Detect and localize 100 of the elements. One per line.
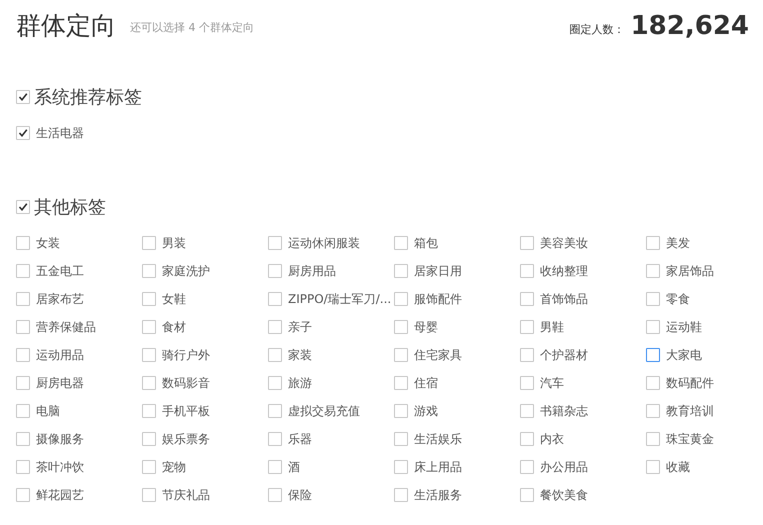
tag-label: 大家电 [666, 346, 702, 364]
tag-label: 男装 [162, 234, 186, 252]
checkbox[interactable] [16, 320, 30, 334]
tag-label: 数码配件 [666, 374, 714, 392]
tag-label: 运动用品 [36, 346, 84, 364]
checkbox[interactable] [646, 264, 660, 278]
checkbox[interactable] [646, 460, 660, 474]
checkbox[interactable] [646, 236, 660, 250]
checkbox[interactable] [394, 460, 408, 474]
tag-label: 生活娱乐 [414, 430, 462, 448]
tag-label: 家庭洗护 [162, 262, 210, 280]
checkbox[interactable] [142, 432, 156, 446]
checkbox[interactable] [520, 348, 534, 362]
tag-label: 亲子 [288, 318, 312, 336]
tag-label: 收藏 [666, 458, 690, 476]
tag-label: 箱包 [414, 234, 438, 252]
checkbox[interactable] [142, 460, 156, 474]
tag-label: 居家布艺 [36, 290, 84, 308]
checkbox[interactable] [142, 404, 156, 418]
tag-label: 厨房用品 [288, 262, 336, 280]
checkbox[interactable] [646, 320, 660, 334]
tag-label: 办公用品 [540, 458, 588, 476]
checkbox[interactable] [142, 348, 156, 362]
checkbox[interactable] [520, 460, 534, 474]
checkbox[interactable] [394, 376, 408, 390]
checkbox[interactable] [520, 488, 534, 502]
tag-label: 母婴 [414, 318, 438, 336]
checkbox[interactable] [394, 320, 408, 334]
checkbox[interactable] [520, 404, 534, 418]
tag-label: 虚拟交易充值 [288, 402, 360, 420]
checkbox[interactable] [16, 264, 30, 278]
checkbox[interactable] [268, 488, 282, 502]
checkbox[interactable] [520, 236, 534, 250]
checkbox[interactable] [268, 460, 282, 474]
checkbox[interactable] [394, 236, 408, 250]
tag-label: 零食 [666, 290, 690, 308]
checkbox[interactable] [268, 236, 282, 250]
tag-label: 女鞋 [162, 290, 186, 308]
checkbox[interactable] [142, 320, 156, 334]
tag-label: 居家日用 [414, 262, 462, 280]
checkbox[interactable] [268, 432, 282, 446]
checkbox[interactable] [646, 432, 660, 446]
checkbox[interactable] [16, 432, 30, 446]
checkbox[interactable] [16, 200, 30, 214]
tag-label: 骑行户外 [162, 346, 210, 364]
checkbox[interactable] [142, 264, 156, 278]
tag-label: 个护器材 [540, 346, 588, 364]
checkbox[interactable] [142, 488, 156, 502]
checkbox[interactable] [646, 292, 660, 306]
tag-label: 游戏 [414, 402, 438, 420]
checkbox[interactable] [268, 376, 282, 390]
tag-label: 汽车 [540, 374, 564, 392]
checkbox[interactable] [394, 264, 408, 278]
checkbox[interactable] [268, 404, 282, 418]
section-title: 系统推荐标签 [34, 86, 142, 109]
checkbox[interactable] [16, 90, 30, 104]
tag-label: 运动鞋 [666, 318, 702, 336]
tag-label: 食材 [162, 318, 186, 336]
tag-label: 茶叶冲饮 [36, 458, 84, 476]
checkbox[interactable] [646, 348, 660, 362]
tag-label: 营养保健品 [36, 318, 96, 336]
checkbox[interactable] [520, 376, 534, 390]
checkbox[interactable] [394, 404, 408, 418]
checkbox[interactable] [16, 488, 30, 502]
tag-label: 教育培训 [666, 402, 714, 420]
tag-label: 女装 [36, 234, 60, 252]
checkbox[interactable] [646, 404, 660, 418]
checkbox[interactable] [268, 348, 282, 362]
checkbox[interactable] [394, 488, 408, 502]
tag-label: 节庆礼品 [162, 486, 210, 504]
checkbox[interactable] [646, 376, 660, 390]
checkbox[interactable] [394, 348, 408, 362]
tag-label: 服饰配件 [414, 290, 462, 308]
checkbox[interactable] [16, 376, 30, 390]
tag-label: 保险 [288, 486, 312, 504]
page-title: 群体定向 [16, 10, 116, 42]
checkbox[interactable] [394, 292, 408, 306]
checkbox[interactable] [16, 460, 30, 474]
tag-label: 家装 [288, 346, 312, 364]
checkbox[interactable] [142, 376, 156, 390]
count-label: 圈定人数： [570, 22, 625, 37]
checkbox[interactable] [268, 264, 282, 278]
tag-label: 数码影音 [162, 374, 210, 392]
tag-label: 首饰饰品 [540, 290, 588, 308]
checkbox[interactable] [520, 432, 534, 446]
tag-label: 生活电器 [36, 124, 84, 142]
checkbox[interactable] [16, 126, 30, 140]
checkbox[interactable] [16, 236, 30, 250]
checkbox[interactable] [520, 292, 534, 306]
checkbox[interactable] [16, 292, 30, 306]
checkbox[interactable] [394, 432, 408, 446]
checkbox[interactable] [268, 292, 282, 306]
checkbox[interactable] [520, 264, 534, 278]
checkbox[interactable] [520, 320, 534, 334]
checkbox[interactable] [16, 348, 30, 362]
tag-label: ZIPPO/瑞士军刀/... [288, 290, 392, 308]
checkbox[interactable] [16, 404, 30, 418]
checkbox[interactable] [142, 236, 156, 250]
checkbox[interactable] [142, 292, 156, 306]
checkbox[interactable] [268, 320, 282, 334]
